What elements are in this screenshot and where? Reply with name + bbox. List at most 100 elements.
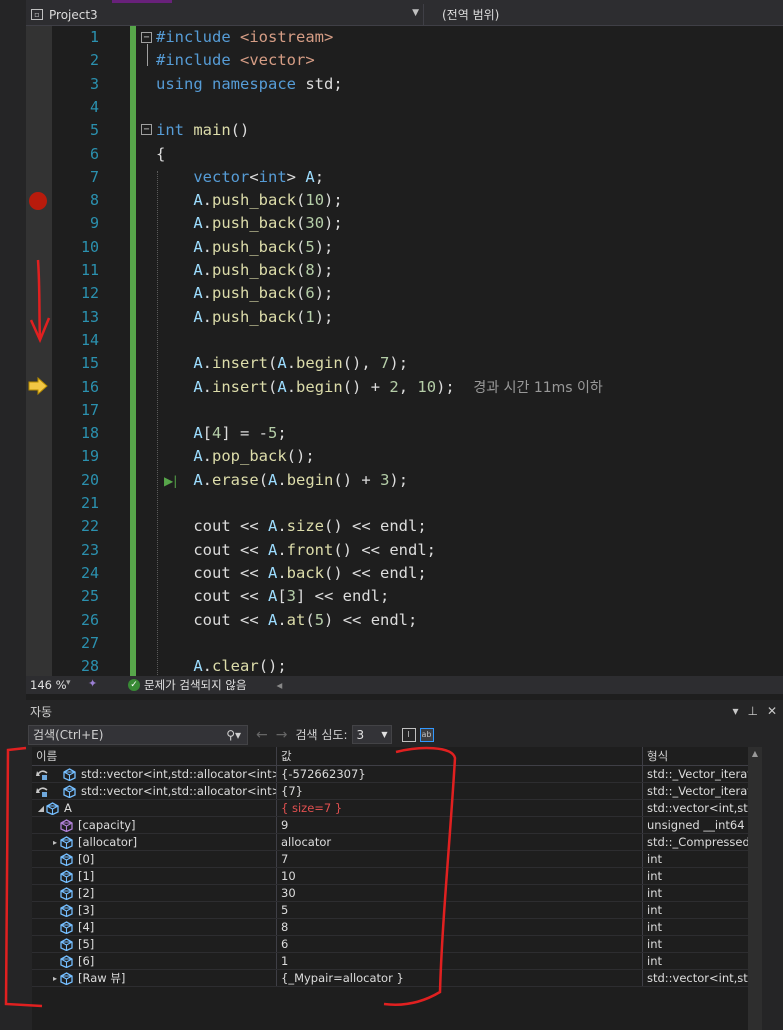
- row-name-cell: std::vector<int,std::allocator<int> >::.…: [32, 783, 277, 799]
- vertical-scrollbar[interactable]: ▲: [748, 747, 762, 1030]
- row-value[interactable]: {_Mypair=allocator }: [277, 970, 643, 986]
- forward-arrow-icon[interactable]: →: [276, 727, 288, 743]
- field-icon: [63, 784, 76, 798]
- search-input[interactable]: 검색(Ctrl+E) ⚲▾: [28, 724, 248, 745]
- autos-row[interactable]: ◢ A{ size=7 } std::vector<int,std::...: [32, 800, 762, 817]
- hex-display-icon[interactable]: ab: [419, 727, 434, 742]
- row-value[interactable]: {7}: [277, 783, 643, 799]
- row-value[interactable]: 30: [277, 885, 643, 901]
- autos-row[interactable]: [3] 5 int: [32, 902, 762, 919]
- autos-row[interactable]: [1] 10 int: [32, 868, 762, 885]
- field-icon: [60, 971, 73, 985]
- perf-tip: 경과 시간 11ms 이하: [473, 379, 603, 396]
- code-editor[interactable]: 1 2 3 4 5 6 7 8 9 10 11 12 13 14 15 16 17 18 19 20 21 22 23 24 2…: [52, 26, 783, 679]
- scope-dropdown[interactable]: (전역 범위): [442, 4, 499, 25]
- row-value[interactable]: 9: [277, 817, 643, 833]
- breakpoint-icon[interactable]: [29, 192, 47, 210]
- field-icon: [60, 869, 73, 883]
- editor-status-bar: 146 % ▾ ✦ ✓ 문제가 검색되지 않음 ◂: [26, 676, 783, 694]
- copilot-icon[interactable]: ✦: [88, 677, 97, 690]
- autos-row[interactable]: [6] 1 int: [32, 953, 762, 970]
- row-name-cell: [capacity]: [32, 817, 277, 833]
- row-value[interactable]: 7: [277, 851, 643, 867]
- column-header-value[interactable]: 값: [277, 747, 643, 765]
- line-number: 21: [80, 494, 99, 512]
- search-icon[interactable]: ⚲▾: [226, 728, 241, 742]
- window-menu-icon[interactable]: ▾: [732, 704, 738, 718]
- autos-row[interactable]: [4] 8 int: [32, 919, 762, 936]
- scroll-left-icon[interactable]: ◂: [277, 678, 283, 692]
- row-value[interactable]: 5: [277, 902, 643, 918]
- chevron-down-icon[interactable]: ▼: [412, 8, 419, 18]
- autos-row[interactable]: [0] 7 int: [32, 851, 762, 868]
- line-number: 26: [80, 610, 99, 629]
- line-number: 8: [89, 191, 99, 210]
- search-depth-dropdown[interactable]: 3 ▼: [351, 725, 392, 744]
- row-name-cell: [3]: [32, 902, 277, 918]
- chevron-down-icon[interactable]: ▾: [66, 678, 71, 688]
- autos-row[interactable]: ▸ [Raw 뷰] {_Mypair=allocator } std::vector<…: [32, 970, 762, 987]
- expand-toggle-icon[interactable]: ◢: [36, 804, 46, 813]
- autos-row[interactable]: [2] 30 int: [32, 885, 762, 902]
- autos-row[interactable]: ▸ [allocator] allocator std::_Compressed_p.…: [32, 834, 762, 851]
- fold-collapse-icon[interactable]: −: [141, 124, 152, 135]
- search-depth-value: 3: [356, 727, 365, 742]
- navigation-bar: ▫ Project3 ▼ (전역 범위): [26, 4, 783, 26]
- line-number: 17: [80, 400, 99, 419]
- autos-header: 자동 ▾ ⊥ ✕: [26, 700, 783, 722]
- row-name: [Raw 뷰]: [78, 971, 126, 985]
- expand-toggle-icon[interactable]: ▸: [50, 974, 60, 983]
- line-number: 24: [80, 563, 99, 582]
- row-value[interactable]: 6: [277, 936, 643, 952]
- scroll-up-icon[interactable]: ▲: [748, 747, 762, 758]
- row-type: int: [643, 936, 762, 952]
- return-value-icon: [36, 769, 48, 780]
- code-line-2: #include <vector>: [156, 51, 315, 70]
- autos-row[interactable]: std::vector<int,std::allocator<int> >::.…: [32, 783, 762, 800]
- autos-grid: 이름 값 형식 std::vector<int,std::allocator<i…: [32, 747, 762, 1030]
- fold-collapse-icon[interactable]: −: [141, 32, 152, 43]
- row-value[interactable]: 8: [277, 919, 643, 935]
- row-name-cell: ◢ A: [32, 800, 277, 816]
- autos-row[interactable]: [capacity] 9 unsigned __int64: [32, 817, 762, 834]
- pin-icon[interactable]: ⊥: [747, 704, 757, 718]
- autos-row[interactable]: [5] 6 int: [32, 936, 762, 953]
- row-value[interactable]: allocator: [277, 834, 643, 850]
- row-type: int: [643, 953, 762, 969]
- code-line-24: cout << A.back() << endl;: [156, 563, 427, 582]
- autos-row[interactable]: std::vector<int,std::allocator<int> >::.…: [32, 766, 762, 783]
- glyph-margin[interactable]: [26, 26, 52, 679]
- code-line-16: A.insert(A.begin() + 2, 10); 경과 시간 11ms …: [193, 377, 603, 396]
- row-name-cell: ▸ [Raw 뷰]: [32, 970, 277, 986]
- row-value[interactable]: 1: [277, 953, 643, 969]
- line-number: 20: [80, 470, 99, 489]
- row-value[interactable]: {-572662307}: [277, 766, 643, 782]
- expand-toggle-icon[interactable]: ▸: [50, 838, 60, 847]
- line-number: 10: [80, 237, 99, 256]
- code-line-11: A.push_back(8);: [193, 261, 334, 279]
- row-name: [allocator]: [78, 835, 138, 849]
- row-type: std::_Compressed_p...: [643, 834, 762, 850]
- code-line-5: int main(): [156, 121, 250, 140]
- row-name: [4]: [78, 920, 95, 934]
- field-icon: [60, 937, 73, 951]
- back-arrow-icon[interactable]: ←: [256, 727, 268, 743]
- run-to-click-icon[interactable]: ▶|: [164, 474, 177, 488]
- instruction-pointer-icon[interactable]: [28, 377, 48, 395]
- property-icon: [60, 818, 73, 832]
- code-line-3: using namespace std;: [156, 74, 343, 93]
- row-value[interactable]: 10: [277, 868, 643, 884]
- column-header-name[interactable]: 이름: [32, 747, 277, 765]
- autos-window: 자동 ▾ ⊥ ✕ 검색(Ctrl+E) ⚲▾ ← → 검색 심도: 3 ▼ Ⅰ …: [26, 700, 783, 1030]
- check-icon: ✓: [128, 679, 140, 691]
- problems-status[interactable]: 문제가 검색되지 않음: [144, 677, 247, 693]
- code-line-25: cout << A[3] << endl;: [156, 587, 390, 606]
- project-dropdown[interactable]: ▫ Project3 ▼: [26, 4, 424, 25]
- row-value[interactable]: { size=7 }: [277, 800, 643, 816]
- column-header-type[interactable]: 형식: [643, 747, 762, 765]
- line-number: 6: [89, 144, 99, 163]
- field-icon: [46, 801, 59, 815]
- close-icon[interactable]: ✕: [767, 704, 777, 718]
- code-line-28: A.clear();: [193, 657, 287, 676]
- pin-column-icon[interactable]: Ⅰ: [401, 727, 416, 742]
